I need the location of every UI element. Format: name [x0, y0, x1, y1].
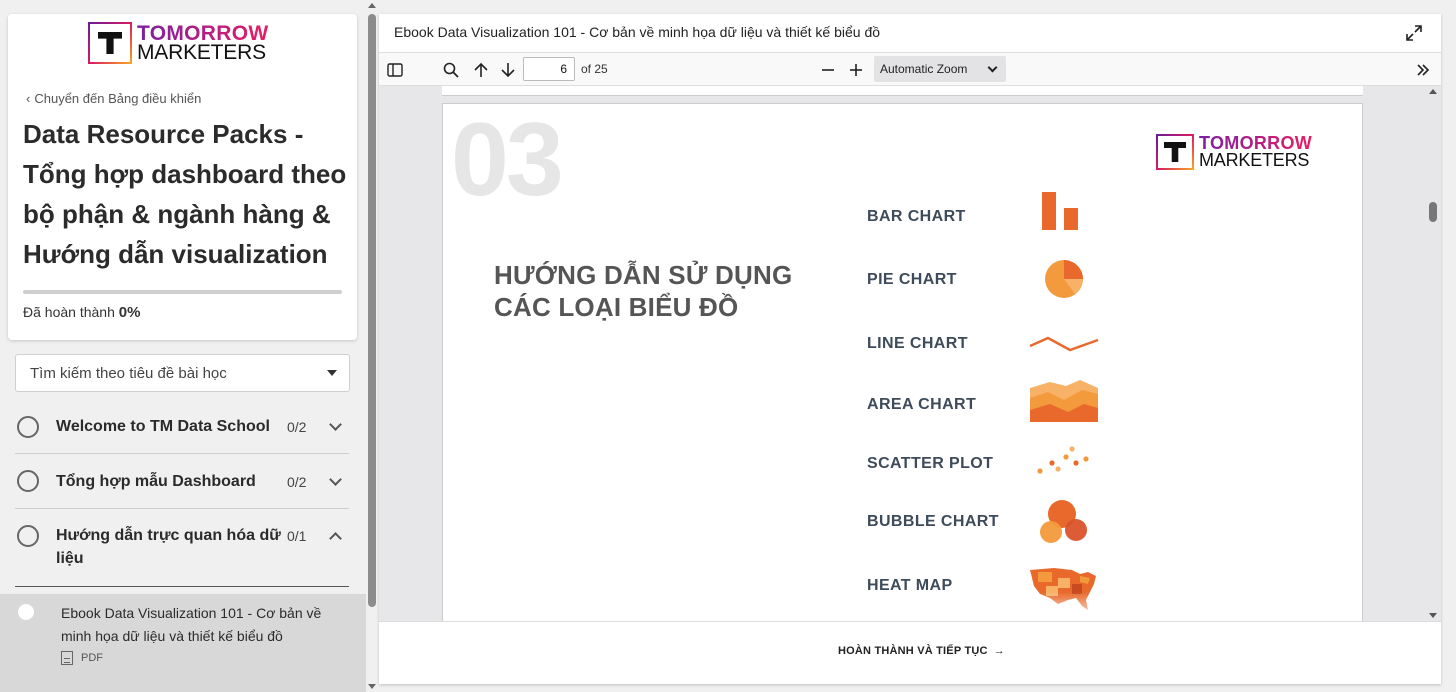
tools-double-chevron-icon[interactable]: [1413, 60, 1433, 80]
caret-down-icon: [327, 370, 337, 376]
area-chart-icon: [1030, 380, 1098, 422]
chart-type-label: PIE CHART: [867, 271, 957, 288]
slide-heading-line1: HƯỚNG DẪN SỬ DỤNG: [494, 260, 793, 290]
chevron-up-icon[interactable]: [329, 532, 342, 545]
chart-type-label: BUBBLE CHART: [867, 513, 999, 530]
viewer-scrollbar[interactable]: [1425, 86, 1441, 621]
chart-type-label: BAR CHART: [867, 208, 966, 225]
section-status-circle-icon: [17, 525, 39, 547]
lesson-status-circle-icon: [18, 604, 34, 620]
lesson-search-dropdown[interactable]: Tìm kiếm theo tiêu đề bài học: [15, 354, 350, 392]
bar-chart-icon: [1042, 192, 1078, 230]
lesson-content-panel: Ebook Data Visualization 101 - Cơ bản về…: [379, 14, 1441, 684]
sidebar-toggle-icon[interactable]: [385, 60, 405, 80]
zoom-level-select[interactable]: Automatic Zoom: [874, 56, 1006, 82]
scroll-up-arrow-icon[interactable]: [368, 3, 376, 8]
previous-page-arrow-up-icon[interactable]: [471, 60, 491, 80]
section-welcome[interactable]: Welcome to TM Data School 0/2: [15, 400, 349, 454]
section-visualization-guide[interactable]: Hướng dẫn trực quan hóa dữ liệu 0/1: [15, 509, 349, 587]
slide-brand-logo: TOMORROW MARKETERS: [1156, 134, 1312, 170]
bubble-chart-icon: [1040, 500, 1087, 543]
chevron-down-icon[interactable]: [329, 473, 342, 486]
logo-mark-icon: [1156, 134, 1194, 170]
course-sidebar: TOMORROW MARKETERS ‹ Chuyển đến Bảng điề…: [0, 0, 366, 692]
complete-and-continue-button[interactable]: HOÀN THÀNH VÀ TIẾP TỤC →: [838, 645, 1005, 657]
scroll-down-arrow-icon[interactable]: [1429, 613, 1437, 618]
course-info-card: TOMORROW MARKETERS ‹ Chuyển đến Bảng điề…: [8, 14, 357, 340]
document-icon: [61, 651, 73, 665]
back-link-label: Chuyển đến Bảng điều khiển: [34, 91, 202, 106]
pdf-page: 03 TOMORROW MARKETERS HƯỚNG DẪN SỬ DỤNG …: [442, 103, 1363, 621]
section-count: 0/1: [287, 528, 307, 544]
lesson-header-title: Ebook Data Visualization 101 - Cơ bản về…: [394, 24, 881, 40]
section-title: Tổng hợp mẫu Dashboard: [56, 473, 256, 490]
page-total-label: of 25: [581, 62, 608, 76]
lesson-footer: HOÀN THÀNH VÀ TIẾP TỤC →: [379, 621, 1441, 684]
zoom-level-value: Automatic Zoom: [880, 62, 968, 76]
back-to-dashboard-link[interactable]: ‹ Chuyển đến Bảng điều khiển: [26, 91, 201, 106]
pdf-toolbar: 6 of 25 Automatic Zoom: [379, 52, 1441, 86]
lesson-item-active[interactable]: Ebook Data Visualization 101 - Cơ bản về…: [0, 594, 366, 692]
page-number-input[interactable]: 6: [523, 57, 575, 81]
logo-text-line2: MARKETERS: [137, 41, 266, 64]
chevron-down-icon[interactable]: [329, 418, 342, 431]
brand-logo: TOMORROW MARKETERS: [88, 22, 269, 64]
progress-label: Đã hoàn thành: [23, 304, 115, 320]
section-count: 0/2: [287, 419, 307, 435]
section-title: Hướng dẫn trực quan hóa dữ liệu: [56, 527, 281, 567]
section-dashboard-templates[interactable]: Tổng hợp mẫu Dashboard 0/2: [15, 454, 349, 509]
line-chart-icon: [1029, 336, 1099, 352]
viewer-scrollbar-thumb[interactable]: [1429, 202, 1437, 222]
chevron-left-icon: ‹: [26, 91, 31, 106]
chevron-down-icon: [987, 62, 998, 73]
complete-button-label: HOÀN THÀNH VÀ TIẾP TỤC: [838, 645, 988, 657]
pie-chart-icon: [1045, 260, 1083, 298]
section-status-circle-icon: [17, 470, 39, 492]
lesson-type: PDF: [61, 651, 103, 665]
slide-section-number: 03: [451, 103, 564, 218]
previous-page-edge: [442, 86, 1363, 96]
chart-type-label: LINE CHART: [867, 335, 968, 352]
zoom-in-plus-icon[interactable]: [846, 60, 866, 80]
progress-value: 0%: [118, 304, 141, 321]
search-icon[interactable]: [441, 60, 461, 80]
progress-text: Đã hoàn thành 0%: [23, 304, 140, 321]
section-status-circle-icon: [17, 416, 39, 438]
slide-heading-line2: CÁC LOẠI BIỂU ĐỒ: [494, 292, 739, 322]
scatter-plot-icon: [1037, 446, 1089, 474]
course-title: Data Resource Packs - Tổng hợp dashboard…: [23, 119, 347, 269]
sidebar-scrollbar-thumb[interactable]: [368, 14, 376, 607]
progress-bar: [23, 290, 342, 294]
sidebar-scrollbar[interactable]: [366, 0, 379, 692]
page-fade-overlay: [855, 592, 1115, 621]
lesson-type-label: PDF: [81, 652, 103, 664]
expand-fullscreen-icon[interactable]: [1405, 24, 1423, 42]
next-page-arrow-down-icon[interactable]: [498, 60, 518, 80]
zoom-out-minus-icon[interactable]: [818, 60, 838, 80]
scroll-up-arrow-icon[interactable]: [1429, 89, 1437, 94]
scroll-down-arrow-icon[interactable]: [368, 684, 376, 689]
logo-text-line2: MARKETERS: [1199, 150, 1310, 170]
chart-type-label: SCATTER PLOT: [867, 455, 994, 472]
slide-heading: HƯỚNG DẪN SỬ DỤNG CÁC LOẠI BIỂU ĐỒ: [494, 259, 792, 323]
search-placeholder: Tìm kiếm theo tiêu đề bài học: [30, 365, 227, 382]
pdf-viewer-area: 03 TOMORROW MARKETERS HƯỚNG DẪN SỬ DỤNG …: [379, 86, 1441, 621]
logo-mark-icon: [88, 22, 132, 64]
section-count: 0/2: [287, 474, 307, 490]
chart-type-label: AREA CHART: [867, 396, 977, 413]
arrow-right-icon: →: [993, 645, 1005, 657]
section-title: Welcome to TM Data School: [56, 418, 270, 435]
lesson-title: Ebook Data Visualization 101 - Cơ bản về…: [61, 605, 322, 644]
